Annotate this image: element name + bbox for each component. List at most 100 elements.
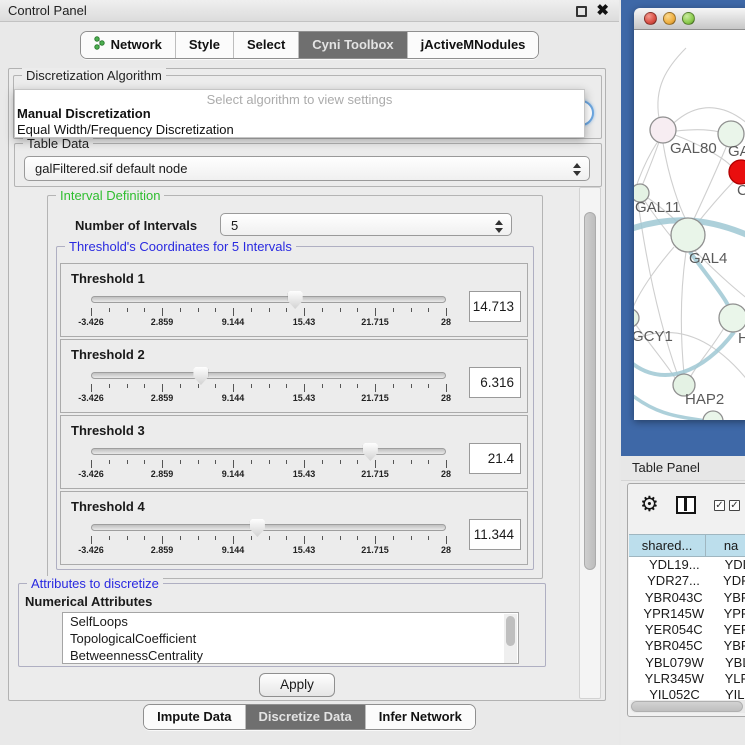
interval-definition-panel: Interval Definition Number of Intervals … [47, 195, 543, 579]
apply-button[interactable]: Apply [259, 673, 335, 697]
panel-title: Control Panel [8, 3, 87, 18]
table-data-combo-value: galFiltered.sif default node [35, 161, 187, 176]
numerical-attributes-list[interactable]: SelfLoopsTopologicalCoefficientBetweenne… [62, 612, 519, 664]
network-node[interactable] [719, 304, 745, 332]
network-node-label: HAP2 [685, 391, 724, 408]
threshold-value-field[interactable]: 11.344 [469, 519, 521, 550]
network-node-label: GCY1 [634, 328, 673, 345]
slider-scale: -3.4262.8599.14415.4321.71528 [91, 469, 446, 480]
table-cell: YBL0 [720, 655, 745, 671]
table-cell: YLR3 [720, 671, 745, 687]
tab-label: Infer Network [379, 709, 462, 724]
cyni-toolbox-content: Discretization Algorithm Select algorith… [8, 68, 606, 701]
attribute-list-item[interactable]: BetweennessCentrality [63, 647, 518, 664]
threshold-label: Threshold 2 [71, 347, 145, 362]
network-icon [94, 36, 106, 53]
attribute-list-item[interactable]: TopologicalCoefficient [63, 630, 518, 647]
table-data-panel: Table Data galFiltered.sif default node [14, 143, 602, 187]
thresholds-panel: Threshold's Coordinates for 5 Intervals … [56, 246, 534, 570]
settings-scroll-area: Interval Definition Number of Intervals … [14, 187, 580, 699]
network-node-label: C [737, 182, 745, 199]
threshold-value-field[interactable]: 21.4 [469, 443, 521, 474]
zoom-traffic-light-icon[interactable] [682, 12, 695, 25]
float-window-icon[interactable] [576, 6, 587, 17]
minimize-traffic-light-icon[interactable] [663, 12, 676, 25]
slider-ticks [91, 536, 446, 544]
main-scrollbar[interactable] [579, 187, 601, 699]
tab-infer-network[interactable]: Infer Network [365, 705, 475, 729]
bottom-tab-bar: Impute Data Discretize Data Infer Network [0, 704, 619, 730]
network-canvas[interactable]: GAL80GACGAL11GAL4GCY1HHAP2 [634, 30, 745, 420]
table-horizontal-scrollbar[interactable] [630, 700, 745, 713]
tab-impute-data[interactable]: Impute Data [144, 705, 244, 729]
number-of-intervals-combo[interactable]: 5 [220, 213, 512, 236]
threshold-slider[interactable] [91, 524, 446, 531]
gear-icon[interactable]: ⚙ [640, 492, 659, 517]
tab-label: Impute Data [157, 709, 231, 724]
threshold-card: Threshold 4-3.4262.8599.14415.4321.71528… [60, 491, 528, 565]
interval-definition-title: Interval Definition [56, 188, 164, 203]
network-node[interactable] [671, 218, 705, 252]
network-node-label: GAL11 [635, 199, 681, 216]
attributes-panel-title: Attributes to discretize [27, 576, 163, 591]
tab-select[interactable]: Select [233, 32, 298, 58]
dropdown-option-2[interactable]: Equal Width/Frequency Discretization [17, 122, 234, 137]
control-panel: Control Panel ✖ Network Style SelectCyni T… [0, 0, 619, 745]
table-row[interactable]: YDL19...YDL1 [629, 557, 745, 573]
slider-ticks [91, 308, 446, 316]
table-column-header[interactable]: shared... [629, 535, 706, 556]
slider-thumb[interactable] [363, 443, 378, 461]
tab-discretize-data[interactable]: Discretize Data [245, 705, 365, 729]
table-cell: YPR1 [719, 606, 745, 622]
slider-thumb[interactable] [288, 291, 303, 309]
table-data-title: Table Data [23, 136, 93, 151]
tab-cyni-toolbox[interactable]: Cyni Toolbox [298, 32, 406, 58]
tab-network[interactable]: Network [81, 32, 175, 58]
table-row[interactable]: YBL079WYBL0 [629, 655, 745, 671]
node-table: shared...na YDL19...YDL1YDR27...YDR2YBR0… [629, 534, 745, 700]
network-node[interactable] [634, 309, 639, 327]
number-of-intervals-value: 5 [231, 218, 238, 233]
table-data-combo[interactable]: galFiltered.sif default node [24, 156, 590, 181]
threshold-card: Threshold 3-3.4262.8599.14415.4321.71528… [60, 415, 528, 489]
threshold-slider[interactable] [91, 448, 446, 455]
network-node[interactable] [729, 160, 745, 184]
table-row[interactable]: YBR045CYBR0 [629, 638, 745, 654]
slider-thumb[interactable] [193, 367, 208, 385]
network-node-label: GAL80 [670, 140, 717, 157]
columns-icon[interactable] [676, 496, 696, 514]
checkbox-icon[interactable]: ✓ [729, 500, 740, 511]
threshold-value-field[interactable]: 14.713 [469, 291, 521, 322]
slider-scale: -3.4262.8599.14415.4321.71528 [91, 393, 446, 404]
dropdown-option-1[interactable]: Manual Discretization [17, 106, 151, 121]
tab-jactivemnodules[interactable]: jActiveMNodules [407, 32, 539, 58]
close-icon[interactable]: ✖ [596, 1, 609, 19]
threshold-card: Threshold 1-3.4262.8599.14415.4321.71528… [60, 263, 528, 337]
table-row[interactable]: YPR145WYPR1 [629, 606, 745, 622]
slider-thumb[interactable] [250, 519, 265, 537]
table-row[interactable]: YER054CYER0 [629, 622, 745, 638]
tab-style[interactable]: Style [175, 32, 233, 58]
table-cell: YIL052C [629, 687, 720, 700]
network-node[interactable] [703, 411, 723, 420]
threshold-value-field[interactable]: 6.316 [469, 367, 521, 398]
tab-label: Network [111, 37, 162, 52]
checkbox-icon[interactable]: ✓ [714, 500, 725, 511]
table-column-header[interactable]: na [706, 535, 745, 556]
threshold-label: Threshold 4 [71, 499, 145, 514]
attributes-scrollbar[interactable] [504, 614, 517, 664]
table-row[interactable]: YIL052CYIL0 [629, 687, 745, 700]
threshold-card: Threshold 2 -3.4262.8599.14415.4321.71528… [60, 339, 528, 413]
table-panel-titlebar: Table Panel [621, 456, 745, 481]
attribute-list-item[interactable]: SelfLoops [63, 613, 518, 630]
table-row[interactable]: YDR27...YDR2 [629, 573, 745, 589]
thresholds-panel-title: Threshold's Coordinates for 5 Intervals [65, 239, 296, 254]
table-row[interactable]: YBR043CYBR0 [629, 590, 745, 606]
network-window: GAL80GACGAL11GAL4GCY1HHAP2 [634, 8, 745, 420]
threshold-slider[interactable] [91, 296, 446, 303]
algorithm-dropdown-popup: Select algorithm to view settings Manual… [14, 89, 585, 138]
threshold-slider[interactable] [91, 372, 446, 379]
tab-label: Style [189, 37, 220, 52]
close-traffic-light-icon[interactable] [644, 12, 657, 25]
table-row[interactable]: YLR345WYLR3 [629, 671, 745, 687]
